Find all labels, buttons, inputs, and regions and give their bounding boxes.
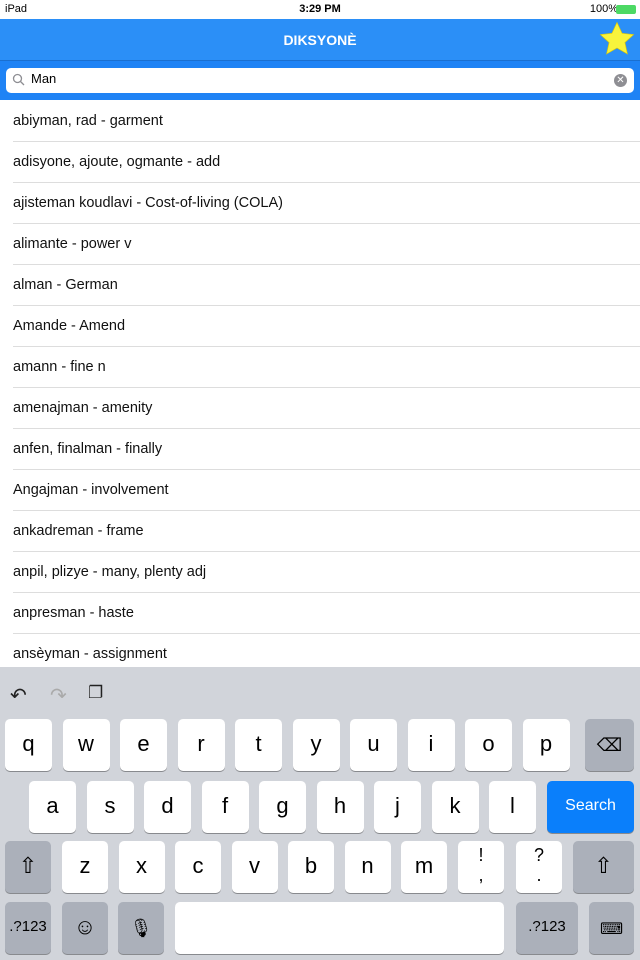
emoji-icon: ☺ [73, 914, 97, 939]
nav-bar: DIKSYONÈ [0, 19, 640, 61]
star-icon[interactable] [598, 19, 636, 59]
backspace-key[interactable]: ⌫ [585, 719, 634, 771]
redo-icon[interactable]: ↷ [50, 683, 67, 708]
backspace-icon: ⌫ [596, 735, 623, 755]
list-item[interactable]: anfen, finalman - finally [13, 429, 640, 470]
search-bar: ✕ [0, 61, 640, 100]
list-item[interactable]: amann - fine n [13, 347, 640, 388]
list-item[interactable]: Angajman - involvement [13, 470, 640, 511]
key-k[interactable]: k [431, 781, 479, 833]
clear-search-button[interactable]: ✕ [614, 74, 627, 87]
space-key[interactable] [175, 902, 504, 954]
results-list[interactable]: abiyman, rad - garment adisyone, ajoute, … [0, 101, 640, 675]
search-icon [12, 73, 25, 86]
key-p[interactable]: p [522, 719, 570, 771]
shift-key-right[interactable]: ⇧ [573, 841, 634, 893]
shift-icon: ⇧ [594, 853, 613, 878]
key-z[interactable]: z [62, 841, 108, 893]
undo-icon[interactable]: ↶ [10, 683, 27, 708]
key-m[interactable]: m [401, 841, 447, 893]
list-item[interactable]: ajisteman koudlavi - Cost-of-living (COL… [13, 183, 640, 224]
shift-key[interactable]: ⇧ [5, 841, 51, 893]
search-key[interactable]: Search [547, 781, 634, 833]
key-j[interactable]: j [374, 781, 421, 833]
key-c[interactable]: c [175, 841, 221, 893]
key-y[interactable]: y [292, 719, 340, 771]
key-a[interactable]: a [29, 781, 76, 833]
search-input[interactable] [31, 71, 591, 86]
keyboard-dismiss-icon: ⌨ [599, 921, 624, 938]
key-x[interactable]: x [118, 841, 165, 893]
dictation-key[interactable]: 🎙 [118, 902, 164, 954]
microphone-icon: 🎙 [129, 918, 153, 938]
search-field[interactable]: ✕ [6, 68, 634, 93]
list-item[interactable]: alimante - power v [13, 224, 640, 265]
key-n[interactable]: n [344, 841, 391, 893]
numbers-key[interactable]: .?123 [5, 902, 51, 954]
shift-icon: ⇧ [18, 853, 38, 878]
key-r[interactable]: r [177, 719, 225, 771]
key-u[interactable]: u [350, 719, 397, 771]
status-bar: iPad 3:29 PM 100% [0, 0, 640, 19]
key-g[interactable]: g [259, 781, 306, 833]
list-item[interactable]: ankadreman - frame [13, 511, 640, 552]
key-w[interactable]: w [62, 719, 110, 771]
key-t[interactable]: t [235, 719, 282, 771]
list-item[interactable]: abiyman, rad - garment [13, 101, 640, 142]
key-b[interactable]: b [288, 841, 334, 893]
list-item[interactable]: anpil, plizye - many, plenty adj [13, 552, 640, 593]
key-question-period[interactable]: ? . [516, 841, 562, 893]
key-i[interactable]: i [407, 719, 455, 771]
numbers-key-right[interactable]: .?123 [516, 902, 578, 954]
paste-icon[interactable]: ❐ [88, 683, 103, 703]
clock: 3:29 PM [299, 3, 341, 15]
keyboard: ↶ ↷ ❐ q w e r t y u i o p ⌫ a s d f g h j k l Search ⇧ z x c v b n m… [0, 667, 640, 960]
key-l[interactable]: l [489, 781, 536, 833]
page-title: DIKSYONÈ [283, 32, 357, 48]
battery-percent: 100% [589, 3, 618, 15]
battery-icon [616, 5, 636, 14]
dismiss-keyboard-key[interactable]: ⌨ [589, 902, 634, 954]
key-h[interactable]: h [316, 781, 364, 833]
key-exclamation-comma[interactable]: ! , [458, 841, 504, 893]
key-q[interactable]: q [5, 719, 52, 771]
key-f[interactable]: f [201, 781, 249, 833]
key-d[interactable]: d [144, 781, 191, 833]
list-item[interactable]: alman - German [13, 265, 640, 306]
key-s[interactable]: s [86, 781, 134, 833]
list-item[interactable]: amenajman - amenity [13, 388, 640, 429]
key-v[interactable]: v [231, 841, 278, 893]
key-o[interactable]: o [465, 719, 512, 771]
key-e[interactable]: e [120, 719, 167, 771]
list-item[interactable]: anpresman - haste [13, 593, 640, 634]
list-item[interactable]: Amande - Amend [13, 306, 640, 347]
list-item[interactable]: adisyone, ajoute, ogmante - add [13, 142, 640, 183]
emoji-key[interactable]: ☺ [62, 902, 108, 954]
